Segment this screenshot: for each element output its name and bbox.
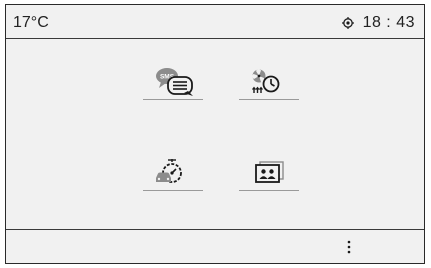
clock-group: 18 : 43	[341, 14, 415, 32]
tile-underline	[143, 99, 203, 100]
tile-underline	[239, 99, 299, 100]
fan-timer-icon	[252, 69, 280, 93]
contacts-app-button[interactable]	[239, 155, 299, 195]
car-gauge-icon	[156, 159, 182, 183]
sms-message-icon: SMS	[156, 68, 193, 96]
bottom-bar	[6, 229, 424, 263]
status-bar: 17°C 18 : 43	[6, 5, 424, 39]
tile-underline	[143, 190, 203, 191]
tile-underline	[239, 190, 299, 191]
gps-fix-icon	[341, 17, 354, 29]
messages-app-button[interactable]: SMS	[143, 64, 203, 104]
driving-functions-app-button[interactable]	[143, 155, 203, 195]
temperature-readout: 17°C	[13, 14, 49, 31]
climate-programming-app-button[interactable]	[239, 64, 299, 104]
more-options-icon[interactable]	[342, 239, 356, 255]
screen: 17°C 18 : 43 SMS	[5, 4, 425, 264]
contacts-card-icon	[255, 161, 284, 183]
clock-time: 18 : 43	[362, 14, 415, 31]
